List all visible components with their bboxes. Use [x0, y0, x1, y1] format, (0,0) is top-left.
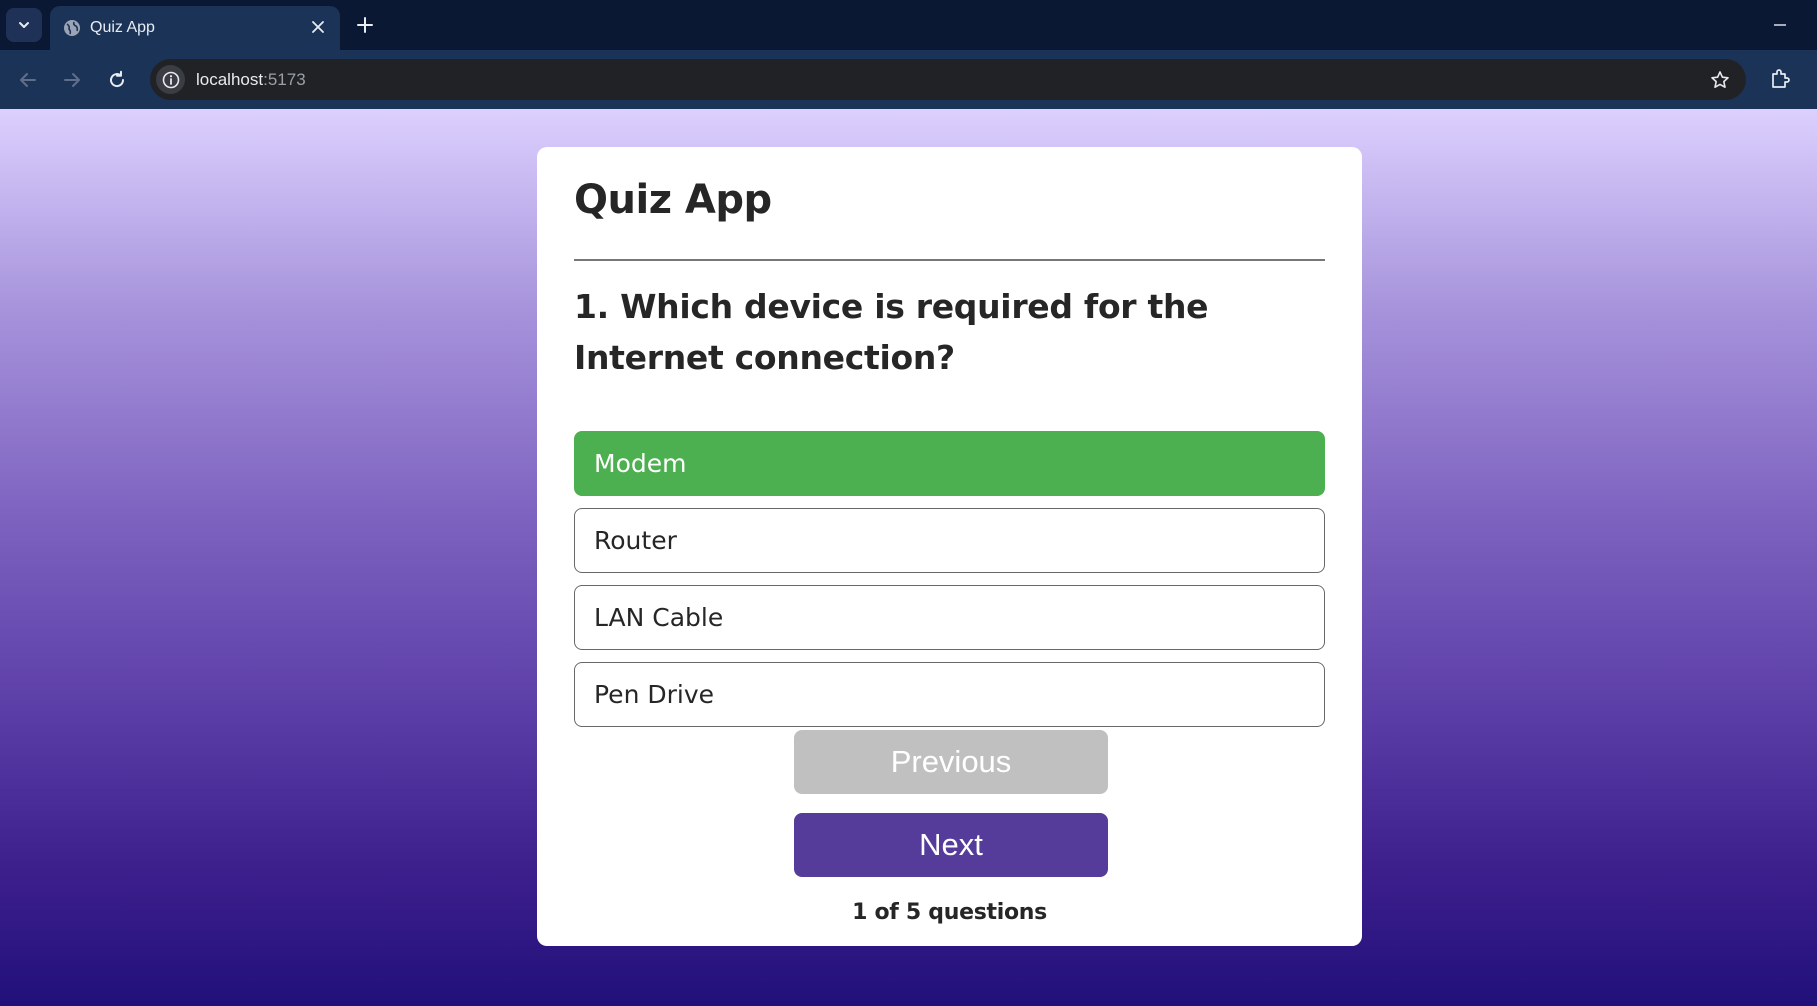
site-info-button[interactable]: [156, 65, 185, 94]
option-lan-cable[interactable]: LAN Cable: [574, 585, 1325, 650]
extensions-button[interactable]: [1765, 64, 1795, 94]
browser-tab[interactable]: Quiz App: [50, 6, 340, 50]
previous-button[interactable]: Previous: [794, 730, 1108, 794]
url-text: localhost:5173: [196, 70, 306, 90]
forward-button[interactable]: [56, 64, 88, 96]
extensions-icon: [1772, 69, 1790, 88]
reload-icon: [110, 70, 125, 88]
app-title: Quiz App: [574, 177, 772, 223]
minimize-icon: [1774, 24, 1786, 26]
options-list: Modem Router LAN Cable Pen Drive: [574, 431, 1325, 739]
minimize-button[interactable]: [1767, 12, 1793, 38]
url-host: localhost: [196, 70, 264, 89]
bookmark-button[interactable]: [1708, 68, 1732, 92]
progress-text: 1 of 5 questions: [852, 900, 1047, 925]
title-divider: [574, 259, 1325, 261]
option-pen-drive[interactable]: Pen Drive: [574, 662, 1325, 727]
option-modem[interactable]: Modem: [574, 431, 1325, 496]
tab-list-button[interactable]: [6, 8, 42, 42]
close-icon: [312, 21, 324, 33]
question-text: 1. Which device is required for the Inte…: [574, 287, 1209, 377]
back-button[interactable]: [12, 64, 44, 96]
address-bar[interactable]: localhost:5173: [150, 59, 1746, 100]
option-router[interactable]: Router: [574, 508, 1325, 573]
tab-strip: Quiz App: [0, 0, 1817, 50]
chevron-down-icon: [19, 22, 29, 28]
next-button[interactable]: Next: [794, 813, 1108, 877]
tab-close-button[interactable]: [308, 17, 328, 37]
star-icon: [1711, 71, 1729, 88]
reload-button[interactable]: [101, 64, 133, 96]
quiz-card: Quiz App 1. Which device is required for…: [537, 147, 1362, 946]
new-tab-button[interactable]: [352, 12, 378, 38]
plus-icon: [357, 17, 373, 33]
back-icon: [20, 73, 36, 87]
globe-icon: [64, 20, 80, 36]
forward-icon: [64, 73, 80, 87]
tab-title: Quiz App: [90, 19, 155, 36]
page-viewport: Quiz App 1. Which device is required for…: [0, 109, 1817, 1006]
browser-toolbar: localhost:5173: [0, 50, 1817, 109]
info-icon: [162, 71, 179, 88]
url-port: :5173: [263, 70, 306, 89]
